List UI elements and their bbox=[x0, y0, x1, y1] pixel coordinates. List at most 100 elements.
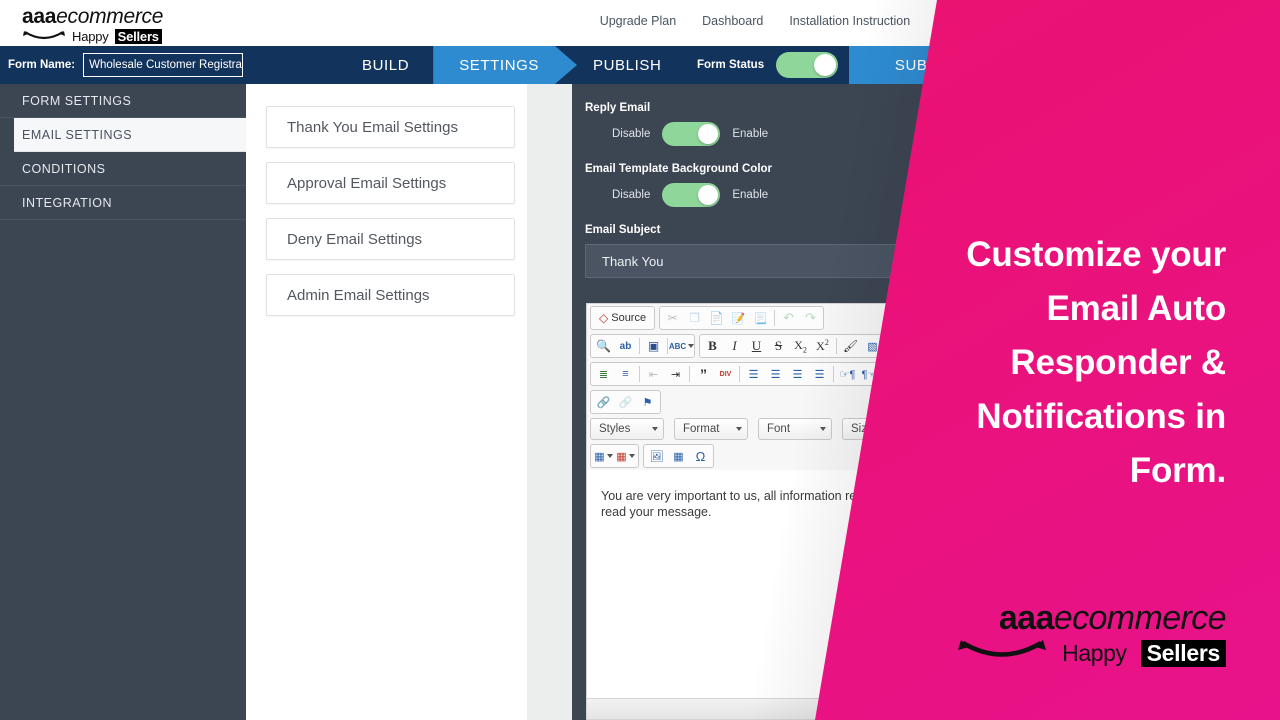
insert-table-icon[interactable]: ▦ bbox=[668, 446, 689, 466]
italic-button[interactable]: I bbox=[724, 336, 745, 356]
nav-link-dashboard[interactable]: Dashboard bbox=[702, 14, 763, 28]
align-center-icon[interactable]: ☰ bbox=[765, 364, 786, 384]
template-bg-enable-label: Enable bbox=[732, 189, 769, 201]
bulleted-list-icon[interactable]: ≡ bbox=[615, 364, 636, 384]
reply-email-disable-label: Disable bbox=[612, 128, 651, 140]
underline-button[interactable]: U bbox=[746, 336, 767, 356]
background-color-picker-icon[interactable]: ▦ bbox=[615, 446, 636, 466]
card-thank-you-email-settings[interactable]: Thank You Email Settings bbox=[266, 106, 515, 148]
sidebar-item-form-settings[interactable]: FORM SETTINGS bbox=[0, 84, 246, 118]
reply-email-enable-label: Enable bbox=[732, 128, 769, 140]
chevron-down-icon bbox=[688, 344, 695, 348]
special-character-icon[interactable]: Ω bbox=[690, 446, 711, 466]
logo-sellers: Sellers bbox=[114, 29, 162, 44]
template-background-label: Email Template Background Color bbox=[585, 163, 773, 175]
toolbar-separator bbox=[739, 366, 740, 382]
chevron-down-icon bbox=[606, 454, 613, 458]
editor-group-clipboard: ✂ ❐ 📄 📝 📃 ↶ ↷ bbox=[659, 306, 825, 330]
tab-publish[interactable]: PUBLISH bbox=[577, 46, 683, 84]
align-right-icon[interactable]: ☰ bbox=[787, 364, 808, 384]
text-direction-rtl-icon[interactable]: ¶☜ bbox=[859, 364, 880, 384]
nav-link-upgrade-plan[interactable]: Upgrade Plan bbox=[600, 14, 676, 28]
sidebar-item-conditions[interactable]: CONDITIONS bbox=[0, 152, 246, 186]
wizard-steps: BUILD SETTINGS PUBLISH bbox=[340, 46, 683, 84]
chevron-down-icon bbox=[736, 427, 742, 431]
app-logo[interactable]: aaaecommerce Happy Sellers bbox=[22, 5, 202, 44]
find-icon[interactable]: 🔍 bbox=[593, 336, 614, 356]
paste-icon[interactable]: 📄 bbox=[706, 308, 727, 328]
editor-group-colors: ▦ ▦ bbox=[590, 444, 639, 468]
spellcheck-icon[interactable]: ABC bbox=[669, 336, 695, 356]
logo-wordmark: aaaecommerce bbox=[22, 5, 202, 28]
toolbar-separator bbox=[689, 366, 690, 382]
template-background-toggle[interactable] bbox=[662, 183, 721, 207]
card-deny-email-settings[interactable]: Deny Email Settings bbox=[266, 218, 515, 260]
form-name-input[interactable]: Wholesale Customer Registration bbox=[83, 53, 244, 77]
redo-icon[interactable]: ↷ bbox=[800, 308, 821, 328]
promo-logo-tagline: Happy Sellers bbox=[886, 639, 1226, 667]
text-color-picker-icon[interactable]: ▦ bbox=[593, 446, 614, 466]
format-dropdown[interactable]: Format bbox=[674, 418, 748, 440]
paste-text-icon[interactable]: 📝 bbox=[728, 308, 749, 328]
chevron-down-icon bbox=[628, 454, 635, 458]
promo-logo-happy: Happy bbox=[1062, 639, 1127, 666]
insert-image-icon[interactable]: 🖼 bbox=[646, 446, 667, 466]
styles-dropdown[interactable]: Styles bbox=[590, 418, 664, 440]
undo-icon[interactable]: ↶ bbox=[778, 308, 799, 328]
replace-icon[interactable]: ab bbox=[615, 336, 636, 356]
remove-format-icon[interactable]: 🖌 bbox=[840, 336, 861, 356]
card-admin-email-settings[interactable]: Admin Email Settings bbox=[266, 274, 515, 316]
reply-email-toggle[interactable] bbox=[662, 122, 721, 146]
toggle-knob bbox=[698, 124, 719, 144]
cut-icon[interactable]: ✂ bbox=[662, 308, 683, 328]
size-dropdown-value: Size bbox=[851, 423, 874, 435]
sidebar-item-email-settings[interactable]: EMAIL SETTINGS bbox=[14, 118, 246, 152]
superscript-button[interactable]: X2 bbox=[812, 336, 833, 356]
bold-button[interactable]: B bbox=[702, 336, 723, 356]
subscript-button[interactable]: X2 bbox=[790, 336, 811, 356]
nav-link-support[interactable]: Support bbox=[936, 14, 980, 28]
align-justify-icon[interactable]: ☰ bbox=[809, 364, 830, 384]
source-icon: ◇ bbox=[599, 311, 609, 325]
align-left-icon[interactable]: ☰ bbox=[743, 364, 764, 384]
nav-link-installation-instruction[interactable]: Installation Instruction bbox=[789, 14, 910, 28]
submit-button[interactable]: SUBMIT bbox=[849, 46, 1001, 84]
tab-build[interactable]: BUILD bbox=[340, 46, 433, 84]
numbered-list-icon[interactable]: ≣ bbox=[593, 364, 614, 384]
tab-settings[interactable]: SETTINGS bbox=[433, 46, 577, 84]
create-div-icon[interactable]: DIV bbox=[715, 364, 736, 384]
logo-happy: Happy bbox=[72, 29, 109, 44]
strike-button[interactable]: S bbox=[768, 336, 789, 356]
paste-from-word-icon[interactable]: 📃 bbox=[750, 308, 771, 328]
source-button[interactable]: ◇ Source bbox=[593, 308, 652, 328]
sidebar-item-integration[interactable]: INTEGRATION bbox=[0, 186, 246, 220]
reply-email-toggle-row: Disable Enable bbox=[612, 122, 1280, 146]
promo-logo-ecommerce: ecommerce bbox=[1053, 599, 1227, 637]
copy-icon[interactable]: ❐ bbox=[684, 308, 705, 328]
logo-aaa: aaa bbox=[22, 5, 57, 28]
font-dropdown[interactable]: Font bbox=[758, 418, 832, 440]
toolbar-separator bbox=[774, 310, 776, 326]
text-color-icon[interactable]: ▧ bbox=[862, 336, 883, 356]
form-status-toggle[interactable] bbox=[776, 52, 839, 78]
editor-group-document: ◇ Source bbox=[590, 306, 656, 330]
select-all-icon[interactable]: ▣ bbox=[643, 336, 664, 356]
form-name-label: Form Name: bbox=[8, 59, 76, 71]
unlink-icon[interactable]: 🔗 bbox=[615, 392, 636, 412]
top-navigation: Upgrade Plan Dashboard Installation Inst… bbox=[600, 14, 1280, 28]
link-icon[interactable]: 🔗 bbox=[593, 392, 614, 412]
text-direction-ltr-icon[interactable]: ☞¶ bbox=[837, 364, 858, 384]
toolbar-separator bbox=[833, 366, 834, 382]
indent-icon[interactable]: ⇥ bbox=[665, 364, 686, 384]
card-approval-email-settings[interactable]: Approval Email Settings bbox=[266, 162, 515, 204]
anchor-icon[interactable]: ⚑ bbox=[637, 392, 658, 412]
settings-sidebar: FORM SETTINGS EMAIL SETTINGS CONDITIONS … bbox=[0, 84, 246, 720]
outdent-icon[interactable]: ⇤ bbox=[643, 364, 664, 384]
form-status-group: Form Status bbox=[697, 46, 839, 84]
toolbar-separator bbox=[639, 338, 640, 354]
blockquote-icon[interactable]: ” bbox=[693, 364, 714, 384]
font-dropdown-value: Font bbox=[767, 423, 791, 435]
template-background-toggle-row: Disable Enable bbox=[612, 183, 1280, 207]
styles-dropdown-value: Styles bbox=[599, 423, 631, 435]
logo-ecommerce: ecommerce bbox=[56, 5, 164, 28]
